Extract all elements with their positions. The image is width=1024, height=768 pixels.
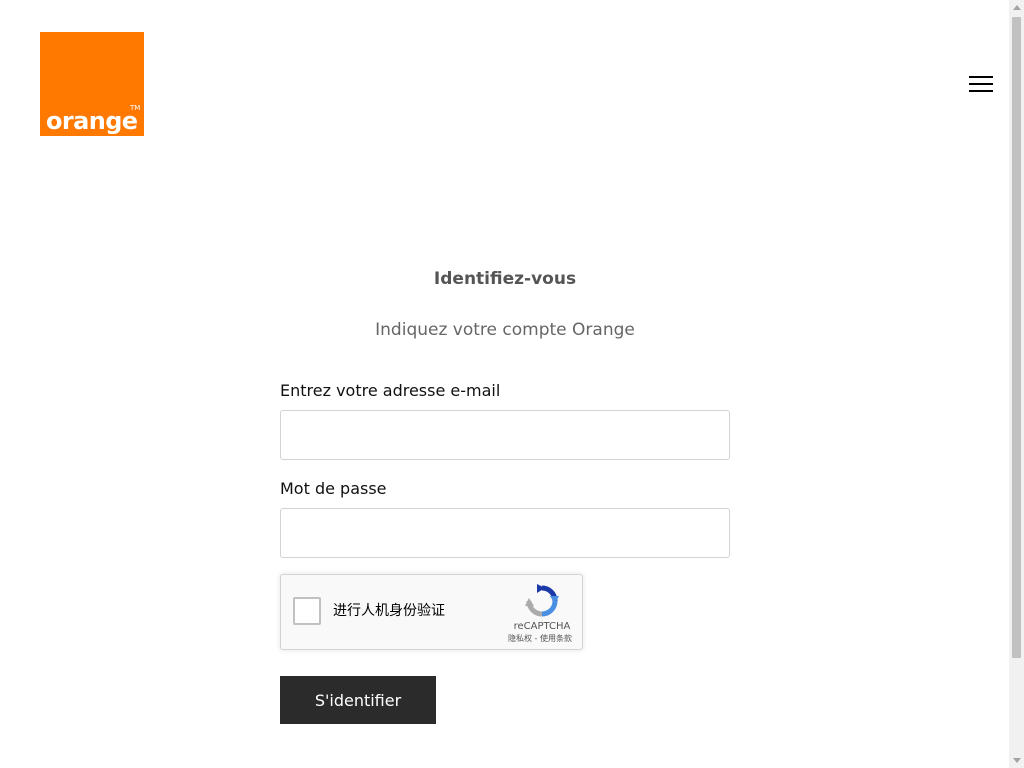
password-field[interactable]	[280, 508, 730, 558]
scroll-down-icon[interactable]	[1013, 758, 1021, 763]
login-page: orange TM Identifiez-vous Indiquez votre…	[0, 0, 1024, 768]
vertical-scrollbar[interactable]	[1009, 0, 1024, 768]
recaptcha-terms-link[interactable]: 隐私权 - 使用条款	[495, 634, 585, 644]
page-subtitle: Indiquez votre compte Orange	[375, 320, 635, 340]
recaptcha-label: 进行人机身份验证	[333, 603, 445, 619]
recaptcha-checkbox[interactable]	[293, 597, 321, 625]
page-title: Identifiez-vous	[433, 269, 577, 289]
scroll-up-icon[interactable]	[1013, 5, 1021, 10]
logo-trademark: TM	[130, 104, 141, 112]
recaptcha-logo-icon	[525, 584, 559, 617]
hamburger-menu-icon[interactable]	[966, 74, 994, 96]
orange-logo[interactable]: orange TM	[40, 32, 144, 136]
email-field[interactable]	[280, 410, 730, 460]
recaptcha-brand: reCAPTCHA	[513, 621, 571, 632]
sign-in-button[interactable]: S'identifier	[280, 676, 436, 724]
recaptcha-widget: 进行人机身份验证 reCAPTCHA 隐私权 - 使用条款	[280, 574, 583, 650]
logo-text: orange	[46, 107, 138, 135]
email-label: Entrez votre adresse e-mail	[280, 381, 501, 400]
password-label: Mot de passe	[280, 479, 387, 498]
scrollbar-thumb[interactable]	[1012, 17, 1021, 658]
